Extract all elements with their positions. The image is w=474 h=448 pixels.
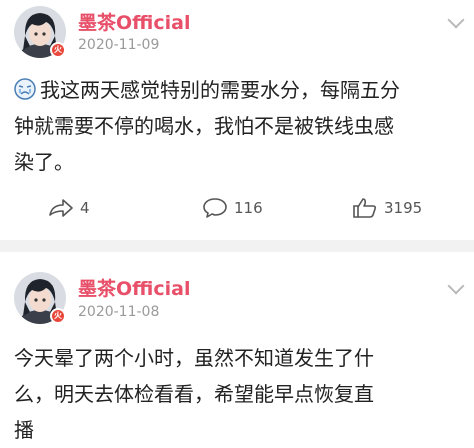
chevron-down-icon[interactable]	[447, 11, 465, 29]
post-separator	[0, 240, 474, 252]
chevron-down-icon[interactable]	[447, 277, 465, 295]
author-name[interactable]: 墨茶Official	[78, 8, 190, 35]
fire-badge-icon: 火	[50, 308, 66, 324]
post-body: 我这两天感觉特别的需要水分，每隔五分 钟就需要不停的喝水，我怕不是被铁线虫感 染…	[14, 78, 400, 174]
crying-face-emoji	[14, 78, 36, 100]
post-text: 我这两天感觉特别的需要水分，每隔五分 钟就需要不停的喝水，我怕不是被铁线虫感 染…	[14, 72, 462, 180]
post-card: 火 墨茶Official 2020-11-09 我这两天感觉特别的需要水分，每隔…	[0, 0, 474, 240]
like-button[interactable]: 3195	[352, 194, 422, 222]
author-name[interactable]: 墨茶Official	[78, 274, 190, 301]
repost-count: 4	[80, 199, 90, 217]
repost-icon	[49, 199, 73, 217]
comment-icon	[203, 198, 227, 218]
thumbs-up-icon	[353, 198, 377, 218]
comment-count: 116	[234, 199, 263, 217]
post-text: 今天晕了两个小时，虽然不知道发生了什 么，明天去体检看看，希望能早点恢复直 播	[14, 346, 374, 442]
post-timestamp: 2020-11-08	[78, 304, 160, 320]
comment-button[interactable]: 116	[202, 194, 263, 222]
like-count: 3195	[384, 199, 423, 217]
action-bar: 4 116 3195	[0, 194, 474, 222]
repost-button[interactable]: 4	[48, 194, 90, 222]
post-timestamp: 2020-11-09	[78, 37, 160, 53]
fire-badge-icon: 火	[50, 42, 66, 58]
post-card: 火 墨茶Official 2020-11-08 今天晕了两个小时，虽然不知道发生…	[0, 252, 474, 442]
